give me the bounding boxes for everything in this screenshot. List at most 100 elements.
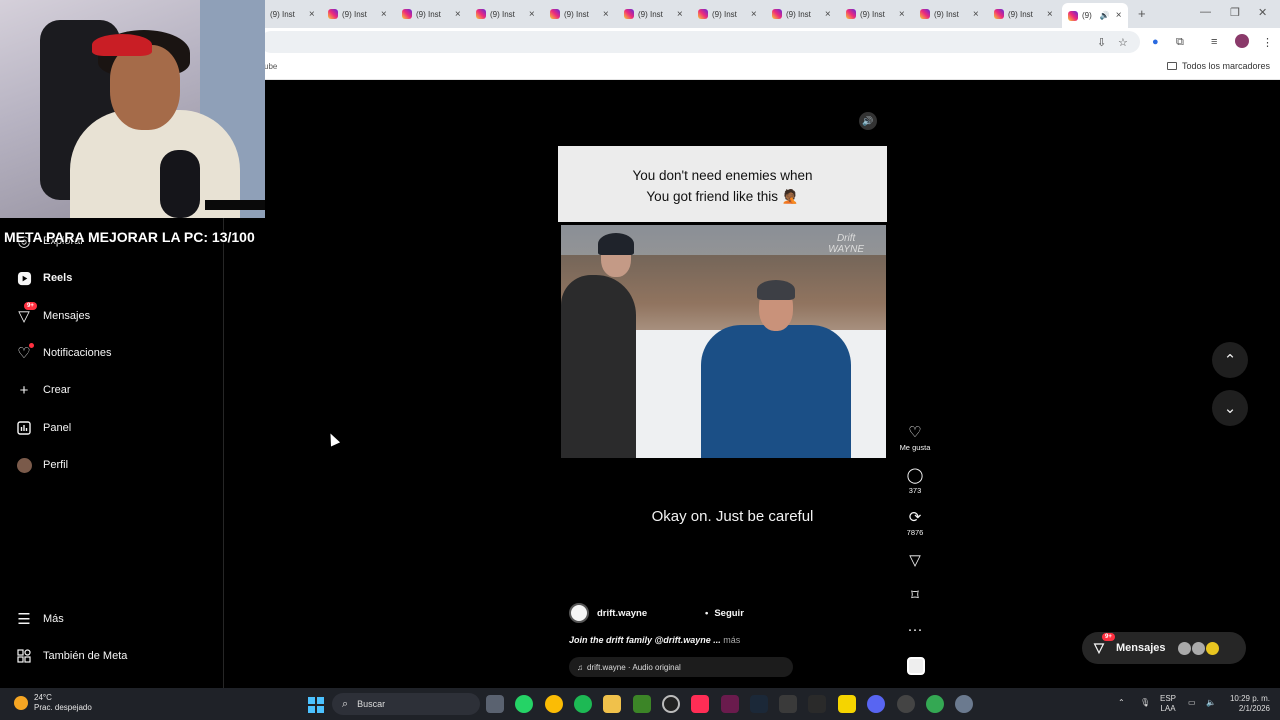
file-explorer-icon[interactable] bbox=[603, 695, 621, 713]
close-icon[interactable]: × bbox=[751, 9, 757, 20]
media-control-icon[interactable]: ≡ bbox=[1211, 36, 1217, 48]
browser-tab[interactable]: (9) Inst × bbox=[994, 4, 1053, 24]
obs-icon[interactable] bbox=[662, 695, 680, 713]
next-reel-button[interactable]: ⌄ bbox=[1212, 390, 1248, 426]
comment-button[interactable]: ◯ 373 bbox=[898, 467, 932, 495]
author-avatar[interactable] bbox=[569, 603, 589, 623]
profile-avatar[interactable] bbox=[1235, 34, 1249, 48]
temperature: 24°C bbox=[34, 693, 52, 702]
sidebar-item-notifications[interactable]: ♡ Notificaciones bbox=[16, 341, 111, 365]
author-username[interactable]: drift.wayne bbox=[597, 608, 705, 619]
kebab-menu-icon[interactable]: ⋮ bbox=[1262, 36, 1273, 49]
chrome-profile-icon[interactable] bbox=[926, 695, 944, 713]
audio-thumbnail[interactable] bbox=[907, 657, 925, 675]
more-link[interactable]: más bbox=[723, 635, 740, 645]
like-button[interactable]: ♡ Me gusta bbox=[898, 424, 932, 452]
install-icon[interactable]: ⇩ bbox=[1097, 36, 1106, 49]
search-placeholder: Buscar bbox=[357, 699, 386, 709]
show-hidden-icons[interactable]: ⌃ bbox=[1118, 698, 1125, 708]
sidebar-item-more[interactable]: ☰ Más bbox=[16, 607, 64, 631]
sticky-notes-icon[interactable] bbox=[838, 695, 856, 713]
new-tab-button[interactable]: + bbox=[1138, 6, 1146, 21]
sidebar-item-also-from-meta[interactable]: También de Meta bbox=[16, 644, 127, 668]
close-icon[interactable]: × bbox=[973, 9, 979, 20]
share-button[interactable]: ▽ bbox=[898, 552, 932, 570]
browser-tab[interactable]: (9) Inst × bbox=[920, 4, 979, 24]
settings-icon[interactable] bbox=[897, 695, 915, 713]
reel-caption-box: You don't need enemies when You got frie… bbox=[558, 146, 887, 222]
extension-badge-icon[interactable]: ● bbox=[1152, 36, 1159, 48]
browser-tab[interactable]: (9) Inst × bbox=[402, 4, 461, 24]
discord-icon[interactable] bbox=[867, 695, 885, 713]
close-icon[interactable]: × bbox=[381, 9, 387, 20]
close-icon[interactable]: × bbox=[529, 9, 535, 20]
close-icon[interactable]: × bbox=[603, 9, 609, 20]
close-icon[interactable]: × bbox=[309, 9, 315, 20]
close-icon[interactable]: × bbox=[677, 9, 683, 20]
browser-tab[interactable]: (9) Inst × bbox=[476, 4, 535, 24]
microphone-icon[interactable]: 🎙 bbox=[1140, 698, 1150, 708]
minecraft-icon[interactable] bbox=[633, 695, 651, 713]
more-options-button[interactable]: ··· bbox=[898, 621, 932, 639]
reel-top-bar: 🔊 bbox=[558, 102, 887, 146]
sidebar-item-create[interactable]: + Crear bbox=[16, 378, 71, 402]
previous-reel-button[interactable]: ⌃ bbox=[1212, 342, 1248, 378]
close-window-icon[interactable]: ✕ bbox=[1258, 6, 1267, 19]
reel-player[interactable]: 🔊 You don't need enemies when You got fr… bbox=[558, 102, 887, 688]
speaker-icon[interactable]: 🔊 bbox=[1100, 11, 1110, 20]
close-icon[interactable]: × bbox=[1116, 10, 1122, 21]
windows-start-icon[interactable] bbox=[308, 697, 324, 713]
video-person-right bbox=[701, 325, 851, 458]
all-bookmarks-button[interactable]: Todos los marcadores bbox=[1166, 61, 1270, 71]
tiktok-icon[interactable] bbox=[691, 695, 709, 713]
epic-games-icon[interactable] bbox=[808, 695, 826, 713]
close-icon[interactable]: × bbox=[899, 9, 905, 20]
messages-floating-button[interactable]: ▽ 9+ Mensajes bbox=[1082, 632, 1246, 664]
chrome-icon[interactable] bbox=[545, 695, 563, 713]
close-icon[interactable]: × bbox=[455, 9, 461, 20]
sidebar-item-label: También de Meta bbox=[43, 650, 128, 662]
spotify-icon[interactable] bbox=[574, 695, 592, 713]
volume-icon[interactable]: 🔈 bbox=[1206, 698, 1216, 708]
stream-goal-text: META PARA MEJORAR LA PC: 13/100 bbox=[4, 229, 255, 245]
valorant-icon[interactable] bbox=[721, 695, 739, 713]
network-icon[interactable]: ▭ bbox=[1188, 698, 1196, 708]
keyboard-layout: LAA bbox=[1160, 704, 1176, 713]
browser-tab[interactable]: (9) Inst × bbox=[270, 4, 315, 24]
weather-widget[interactable]: 24°C Prac. despejado bbox=[14, 693, 92, 713]
task-view-icon[interactable] bbox=[486, 695, 504, 713]
minimize-icon[interactable]: — bbox=[1200, 6, 1211, 18]
app-icon[interactable] bbox=[779, 695, 797, 713]
sidebar-item-messages[interactable]: ▽ 9+ Mensajes bbox=[16, 302, 90, 328]
steam-icon[interactable] bbox=[750, 695, 768, 713]
browser-tab[interactable]: (9) Inst × bbox=[846, 4, 905, 24]
browser-tab[interactable]: (9) Inst × bbox=[550, 4, 609, 24]
browser-tab[interactable]: (9) Inst × bbox=[772, 4, 831, 24]
instagram-icon bbox=[476, 9, 486, 19]
gear-icon[interactable] bbox=[955, 695, 973, 713]
volume-icon[interactable]: 🔊 bbox=[859, 112, 877, 130]
close-icon[interactable]: × bbox=[1047, 9, 1053, 20]
audio-pill[interactable]: ♫ drift.wayne · Audio original bbox=[569, 657, 793, 677]
whatsapp-icon[interactable] bbox=[515, 695, 533, 713]
browser-tab-active[interactable]: (9) 🔊 × bbox=[1062, 3, 1128, 28]
bookmark-item[interactable]: ube bbox=[264, 62, 277, 71]
star-icon[interactable]: ☆ bbox=[1118, 36, 1128, 49]
sidebar-item-profile[interactable]: Perfil bbox=[16, 453, 68, 477]
system-clock[interactable]: 10:29 p. m. 2/1/2026 bbox=[1226, 694, 1270, 714]
message-avatars bbox=[1177, 641, 1219, 655]
browser-tab[interactable]: (9) Inst × bbox=[624, 4, 683, 24]
follow-button[interactable]: Seguir bbox=[714, 608, 744, 619]
browser-tab[interactable]: (9) Inst × bbox=[698, 4, 757, 24]
browser-tab[interactable]: (9) Inst × bbox=[328, 4, 387, 24]
sidebar-item-reels[interactable]: Reels bbox=[16, 266, 72, 290]
puzzle-icon[interactable]: ⧉ bbox=[1176, 36, 1184, 49]
close-icon[interactable]: × bbox=[825, 9, 831, 20]
language-indicator[interactable]: ESP LAA bbox=[1160, 694, 1176, 714]
save-button[interactable]: ⌑ bbox=[898, 587, 932, 605]
address-bar[interactable] bbox=[260, 31, 1140, 53]
taskbar-search[interactable]: ⌕ Buscar bbox=[332, 693, 480, 715]
sidebar-item-panel[interactable]: Panel bbox=[16, 416, 71, 440]
repost-button[interactable]: ⟳ 7876 bbox=[898, 509, 932, 537]
restore-icon[interactable]: ❐ bbox=[1230, 6, 1240, 19]
